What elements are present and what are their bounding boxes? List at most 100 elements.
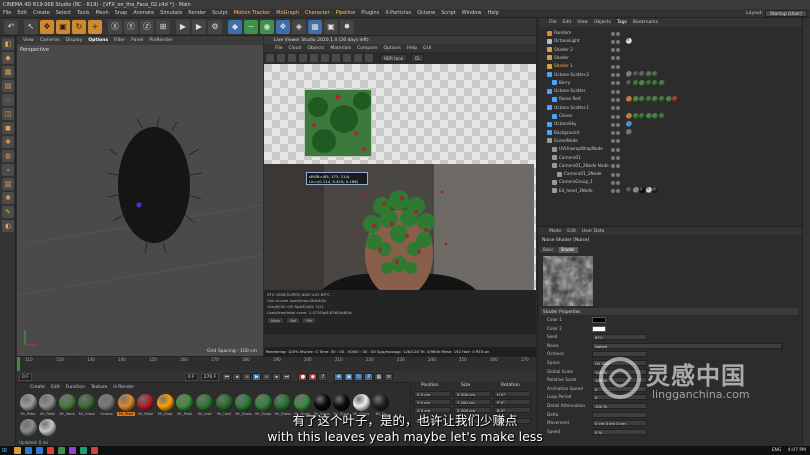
object-name[interactable]: Shader 2 — [554, 46, 573, 54]
object-row[interactable]: Ed_head_3Node — [538, 187, 803, 195]
visibility-flags[interactable] — [611, 163, 623, 169]
taskbar-app-icon[interactable] — [80, 447, 87, 454]
object-name[interactable]: Octane Scatter.1 — [554, 104, 589, 112]
live-viewer-menu-options[interactable]: Options — [380, 46, 403, 51]
attribute-tab-shader[interactable]: Shader — [557, 247, 578, 253]
color-swatch[interactable] — [592, 317, 606, 323]
language-indicator[interactable]: ENG — [772, 448, 782, 453]
live-selection-button[interactable]: ↖ — [24, 19, 38, 34]
visibility-flags[interactable] — [611, 172, 623, 177]
visibility-flags[interactable] — [611, 138, 623, 144]
lock-icon[interactable] — [321, 54, 329, 62]
material-tag-icon[interactable] — [665, 96, 672, 103]
key-rotation-button[interactable]: ↻ — [354, 372, 364, 381]
menu-tools[interactable]: Tools — [74, 10, 92, 16]
object-row[interactable]: Octane Scatter.1 — [538, 104, 803, 112]
material-tag-icon[interactable] — [645, 187, 652, 194]
material-tag-icon[interactable] — [639, 112, 646, 119]
object-menu-tags[interactable]: Tags — [614, 20, 630, 25]
attribute-menu-edit[interactable]: Edit — [564, 229, 579, 234]
material-tag-icon[interactable] — [626, 187, 632, 194]
render-picture-viewer-button[interactable]: ▶ — [192, 19, 206, 34]
camera-button[interactable]: ▣ — [324, 19, 338, 34]
attribute-menu-user-data[interactable]: User Data — [579, 229, 607, 234]
cloner-button[interactable]: ❖ — [276, 19, 290, 34]
material-tag-icon[interactable] — [659, 96, 665, 103]
object-name[interactable]: Random — [554, 29, 571, 37]
key-pla-button[interactable]: ▦ — [374, 372, 384, 381]
play-button[interactable]: ▶ — [252, 372, 262, 381]
object-row[interactable]: Octane Scatter — [538, 87, 803, 95]
visibility-flags[interactable] — [611, 130, 623, 136]
coord-field[interactable]: P 0° — [494, 399, 531, 405]
object-row[interactable]: OctaneLight — [538, 37, 803, 45]
menu-create[interactable]: Create — [30, 10, 53, 16]
coord-field[interactable]: H 0° — [494, 391, 531, 397]
render-settings-button[interactable]: ⚙ — [208, 19, 222, 34]
menu-render[interactable]: Render — [185, 10, 209, 16]
material-tag-icon[interactable] — [639, 187, 646, 194]
live-viewer-menu-file[interactable]: File — [272, 46, 286, 51]
object-row[interactable]: Berry — [538, 79, 803, 87]
menu-simulate[interactable]: Simulate — [157, 10, 185, 16]
material-tag-icon[interactable] — [632, 79, 639, 86]
menu-pipeline[interactable]: Pipeline — [333, 10, 359, 16]
save-image-icon[interactable] — [365, 54, 373, 62]
material-tag-icon[interactable] — [645, 71, 652, 78]
taskbar-app-icon[interactable] — [47, 447, 54, 454]
layout-select[interactable]: Startup (User) — [765, 10, 807, 17]
restart-render-icon[interactable] — [277, 54, 285, 62]
edges-mode-icon[interactable]: ◫ — [2, 108, 14, 120]
material-tag-icon[interactable] — [645, 79, 652, 86]
make-editable-icon[interactable]: ◧ — [2, 38, 14, 50]
object-row[interactable]: Roses Red — [538, 95, 803, 103]
visibility-flags[interactable] — [611, 47, 623, 53]
coord-field[interactable]: X 200 cm — [454, 391, 491, 397]
viewport-menu-cameras[interactable]: Cameras — [37, 38, 63, 43]
object-menu-edit[interactable]: Edit — [560, 20, 575, 25]
material-tag-icon[interactable] — [626, 71, 632, 78]
timeline-playhead[interactable] — [17, 357, 20, 371]
visibility-flags[interactable] — [611, 147, 623, 152]
coord-field[interactable]: X 0 cm — [414, 391, 451, 397]
cube-primitive-button[interactable]: ◆ — [228, 19, 242, 34]
live-viewer-menu-objects[interactable]: Objects — [304, 46, 327, 51]
viewport-menu-options[interactable]: Options — [85, 38, 111, 43]
object-row[interactable]: Shader 1 — [538, 62, 803, 70]
taskbar-app-icon[interactable] — [91, 447, 98, 454]
live-viewer-menu-cloud[interactable]: Cloud — [286, 46, 305, 51]
subdivision-surface-button[interactable]: ◉ — [260, 19, 274, 34]
material-tag-icon[interactable] — [632, 96, 639, 103]
visibility-flags[interactable] — [611, 97, 623, 102]
menu-sculpt[interactable]: Sculpt — [209, 10, 231, 16]
object-row[interactable]: Camera01_2Node — [538, 170, 803, 178]
next-frame-button[interactable]: ▹ — [262, 372, 272, 381]
taskbar-app-icon[interactable] — [69, 447, 76, 454]
perspective-viewport[interactable]: View Cameras Display Options Filter Panel ProR… — [17, 36, 263, 356]
object-row[interactable]: SceneNode — [538, 137, 803, 145]
record-button[interactable]: ● — [298, 372, 308, 381]
menu-mesh[interactable]: Mesh — [92, 10, 111, 16]
snap-icon[interactable]: ⌁ — [2, 164, 14, 176]
attribute-menu-mode[interactable]: Mode — [546, 229, 564, 234]
material-tag-icon[interactable] — [652, 79, 659, 86]
object-name[interactable]: Camera01 — [559, 154, 581, 162]
go-to-end-button[interactable]: ⏭ — [282, 372, 292, 381]
material-tag-icon[interactable] — [652, 112, 659, 119]
live-viewer-menu-gui[interactable]: GUI — [420, 46, 434, 51]
region-render-icon[interactable] — [310, 54, 318, 62]
viewport-menu-view[interactable]: View — [20, 38, 37, 43]
frame-end-field[interactable]: 270 F — [200, 372, 220, 381]
menu-select[interactable]: Select — [53, 10, 74, 16]
object-name[interactable]: Camera01_2Node Node — [559, 162, 609, 170]
y-axis-lock-button[interactable]: Ⓨ — [124, 19, 138, 34]
clay-mode-icon[interactable] — [354, 54, 362, 62]
material-tag-icon[interactable] — [639, 71, 646, 78]
keyframe-selection-button[interactable]: ? — [318, 372, 328, 381]
material-menu-create[interactable]: Create — [27, 385, 48, 390]
visibility-flags[interactable] — [611, 188, 623, 194]
visibility-flags[interactable] — [611, 64, 623, 69]
live-viewer-menu-compare[interactable]: Compare — [354, 46, 380, 51]
visibility-flags[interactable] — [611, 39, 623, 44]
material-tag-icon[interactable] — [626, 121, 632, 128]
